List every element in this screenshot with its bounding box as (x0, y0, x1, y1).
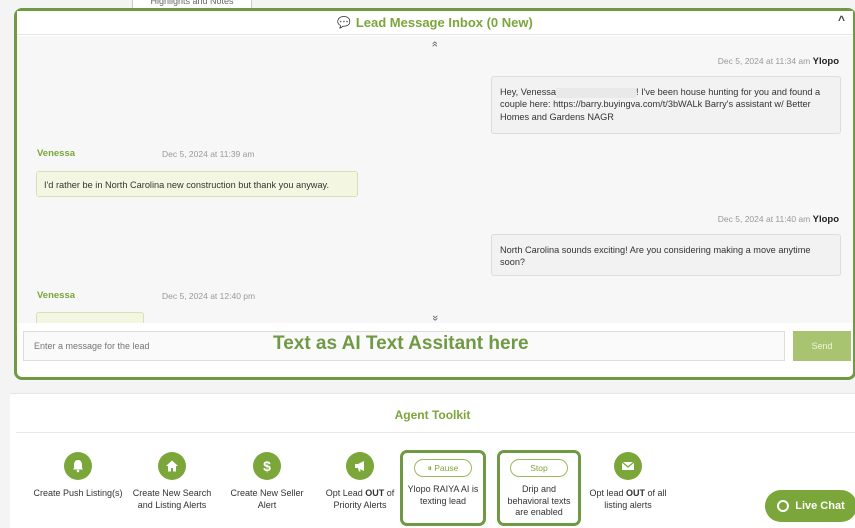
tool-label: Create New Search and Listing Alerts (132, 488, 212, 510)
message-meta: Dec 5, 2024 at 11:39 am (162, 149, 255, 159)
outgoing-message: North Carolina sounds exciting! Are you … (491, 234, 841, 276)
message-meta: Dec 5, 2024 at 11:34 am Ylopo (717, 56, 839, 67)
scroll-up-icon[interactable]: » (429, 41, 441, 47)
toolkit-title: Agent Toolkit (394, 408, 471, 422)
dollar-icon: $ (253, 452, 281, 480)
mail-icon (614, 452, 642, 480)
send-button[interactable]: Send (793, 331, 851, 361)
drip-texts-status: Drip and behavioral texts are enabled (507, 484, 571, 518)
opt-out-priority-alerts-tool[interactable]: Opt Lead OUT of Priority Alerts (315, 452, 405, 511)
tool-label: Opt lead OUT of all listing alerts (589, 488, 667, 510)
redacted-name (556, 87, 637, 98)
home-icon (158, 452, 186, 480)
create-seller-alert-tool[interactable]: $ Create New Seller Alert (222, 452, 312, 511)
inbox-title: Lead Message Inbox (0 New) (355, 15, 533, 30)
scroll-down-icon[interactable]: » (429, 315, 441, 321)
live-chat-button[interactable]: Live Chat (765, 490, 855, 522)
megaphone-icon (346, 452, 374, 480)
message-thread[interactable]: » Dec 5, 2024 at 11:34 am Ylopo Hey, Ven… (17, 36, 853, 323)
stop-drip-button[interactable]: Stop (510, 459, 568, 477)
chat-icon (777, 500, 790, 512)
sender-name: Venessa (37, 290, 76, 301)
tool-label: Create New Seller Alert (230, 488, 304, 510)
outgoing-message: Hey, Venessa! I've been house hunting fo… (491, 76, 841, 134)
bell-icon (64, 452, 92, 480)
collapse-icon[interactable]: ^ (838, 13, 845, 27)
drip-texts-control: Stop Drip and behavioral texts are enabl… (497, 450, 581, 526)
live-chat-label: Live Chat (795, 500, 845, 512)
tool-label: Opt Lead OUT of Priority Alerts (325, 488, 395, 510)
ai-texting-control: ⏸ Pause Ylopo RAIYA AI is texting lead (400, 450, 486, 526)
incoming-message (36, 312, 144, 323)
message-meta: Dec 5, 2024 at 11:40 am Ylopo (717, 214, 839, 225)
sender-name: Venessa (37, 148, 76, 159)
create-search-alert-tool[interactable]: Create New Search and Listing Alerts (127, 452, 217, 511)
pause-ai-button[interactable]: ⏸ Pause (414, 459, 472, 477)
chat-bubble-icon: 💬 (337, 17, 351, 29)
divider (16, 432, 855, 433)
agent-toolkit: Agent Toolkit Create Push Listing(s) Cre… (10, 393, 855, 528)
lead-message-inbox: 💬 Lead Message Inbox (0 New) ^ » Dec 5, … (14, 8, 855, 380)
ai-texting-status: Ylopo RAIYA AI is texting lead (407, 484, 479, 506)
tool-label: Create Push Listing(s) (33, 488, 123, 498)
opt-out-listing-alerts-tool[interactable]: Opt lead OUT of all listing alerts (583, 452, 673, 511)
incoming-message: I'd rather be in North Carolina new cons… (36, 171, 358, 197)
create-push-listing-tool[interactable]: Create Push Listing(s) (33, 452, 123, 500)
message-meta: Dec 5, 2024 at 12:40 pm (162, 291, 256, 301)
annotation-overlay: Text as AI Text Assitant here (273, 333, 529, 354)
inbox-header[interactable]: 💬 Lead Message Inbox (0 New) ^ (17, 11, 853, 35)
